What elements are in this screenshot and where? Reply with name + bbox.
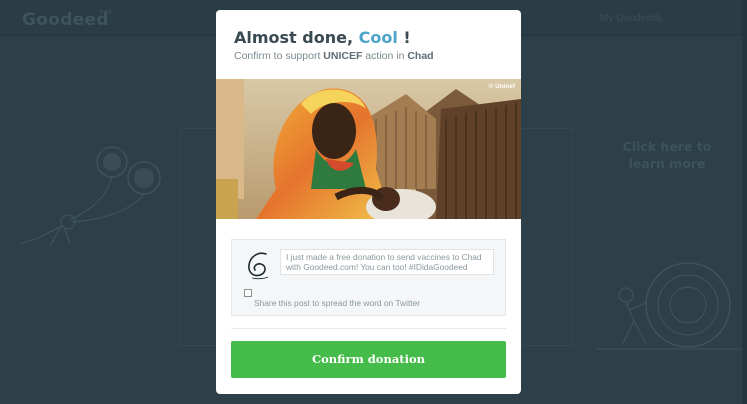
photo-credit: © Unicef	[488, 83, 515, 90]
user-name: Cool	[358, 28, 398, 47]
subtitle-place: Chad	[407, 50, 434, 62]
confirm-donation-modal: Almost done, Cool ! Confirm to support U…	[216, 10, 521, 394]
learn-more-text: Click here to learn more	[622, 139, 712, 171]
campaign-photo: © Unicef	[216, 79, 521, 219]
wheel-illustration-icon	[596, 262, 742, 350]
confirm-donation-button[interactable]: Confirm donation	[231, 341, 506, 378]
background-card-right	[521, 128, 573, 346]
logo-beta-badge: beta	[100, 9, 112, 15]
site-logo: Goodeed	[22, 10, 109, 30]
tweet-textarea[interactable]: I just made a free donation to send vacc…	[280, 249, 494, 275]
share-twitter-label[interactable]: Share this post to spread the word on Tw…	[254, 298, 420, 308]
modal-subtitle: Confirm to support UNICEF action in Chad	[234, 50, 434, 62]
modal-title: Almost done, Cool !	[234, 28, 411, 47]
title-prefix: Almost done,	[234, 28, 359, 47]
page-scrollbar[interactable]	[742, 0, 747, 404]
nav-my-goodeeds: My Goodeeds	[600, 13, 663, 24]
background-card-left	[180, 128, 216, 346]
title-suffix: !	[397, 28, 411, 47]
subtitle-organization: UNICEF	[323, 50, 363, 62]
goodeed-g-logo-icon	[248, 252, 269, 280]
balloon-illustration-icon	[19, 146, 161, 247]
divider	[231, 328, 506, 329]
subtitle-text: Confirm to support	[234, 50, 324, 62]
subtitle-text-mid: action in	[362, 50, 408, 62]
twitter-share-box: I just made a free donation to send vacc…	[231, 239, 506, 316]
share-twitter-checkbox[interactable]	[244, 289, 252, 297]
